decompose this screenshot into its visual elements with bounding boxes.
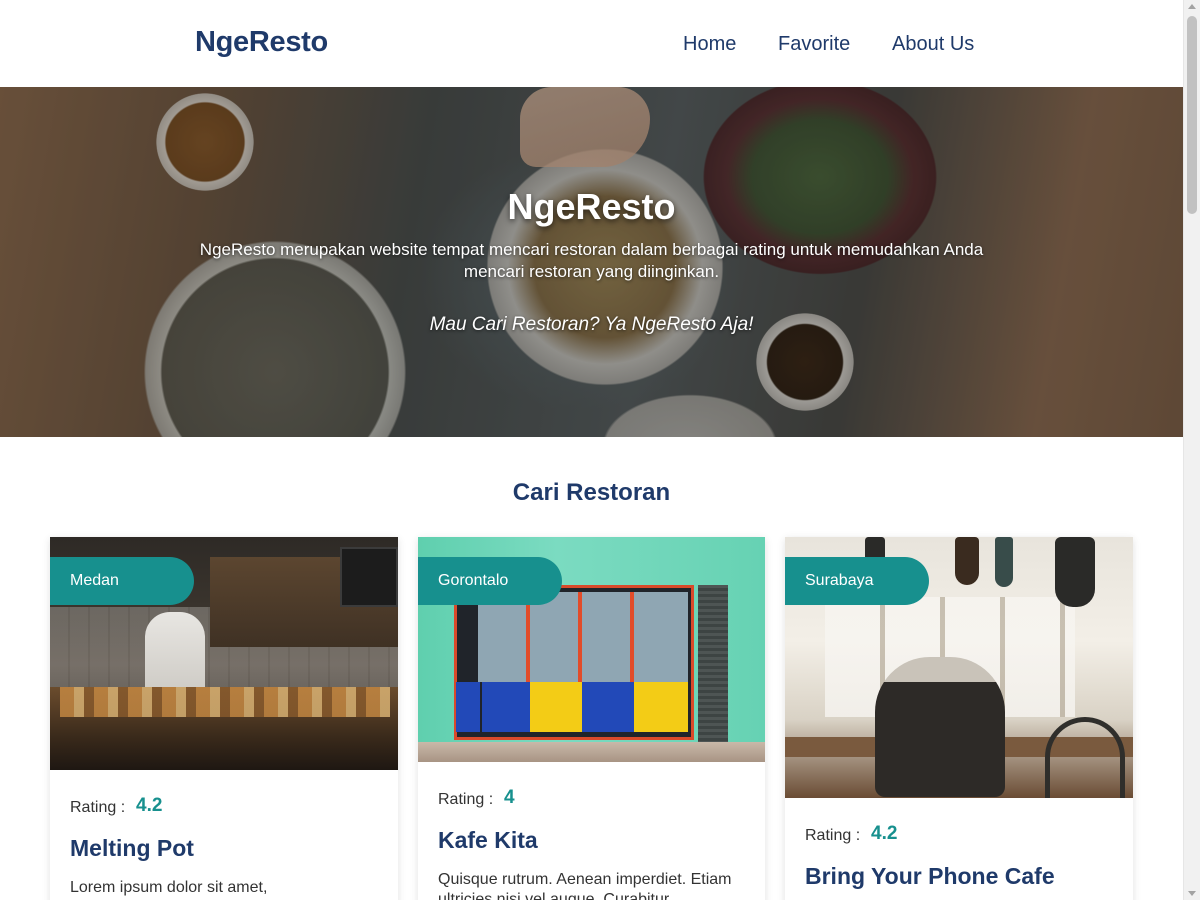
hero-banner: NgeResto NgeResto merupakan website temp… (0, 87, 1183, 437)
rating-label: Rating : (805, 827, 861, 844)
page-scrollbar[interactable] (1183, 0, 1200, 900)
restaurant-name[interactable]: Melting Pot (70, 835, 194, 862)
city-badge: Surabaya (785, 557, 929, 605)
rating-label: Rating : (438, 791, 494, 808)
restaurant-card[interactable]: Surabaya Rating : 4.2 Bring Your Phone C… (785, 537, 1133, 900)
app-header: NgeResto Home Favorite About Us (0, 0, 1183, 87)
restaurant-card[interactable]: Medan Rating : 4.2 Melting Pot Lorem ips… (50, 537, 398, 900)
nav-about-us-link[interactable]: About Us (892, 33, 974, 56)
section-title: Cari Restoran (512, 479, 671, 506)
city-badge: Medan (50, 557, 194, 605)
rating-value: 4 (504, 787, 515, 808)
hero-tagline: Mau Cari Restoran? Ya NgeResto Aja! (429, 314, 754, 335)
nav-home-link[interactable]: Home (683, 33, 736, 56)
restaurant-name[interactable]: Kafe Kita (438, 827, 538, 854)
brand-logo[interactable]: NgeResto (195, 26, 328, 59)
hero-description: NgeResto merupakan website tempat mencar… (199, 240, 984, 281)
city-badge: Gorontalo (418, 557, 562, 605)
restaurant-card[interactable]: Gorontalo Rating : 4 Kafe Kita Quisque r… (418, 537, 765, 900)
scrollbar-thumb[interactable] (1187, 16, 1197, 214)
nav-favorite-link[interactable]: Favorite (778, 33, 850, 56)
restaurant-name[interactable]: Bring Your Phone Cafe (805, 863, 1055, 890)
restaurant-description: Lorem ipsum dolor sit amet, (70, 879, 268, 896)
rating-label: Rating : (70, 799, 126, 816)
scroll-down-arrow-icon[interactable] (1188, 891, 1196, 896)
hero-title: NgeResto (507, 186, 676, 227)
scroll-up-arrow-icon[interactable] (1188, 4, 1196, 9)
rating-value: 4.2 (871, 823, 898, 844)
restaurant-description: Quisque rutrum. Aenean imperdiet. Etiam … (438, 871, 732, 900)
rating-value: 4.2 (136, 795, 163, 816)
